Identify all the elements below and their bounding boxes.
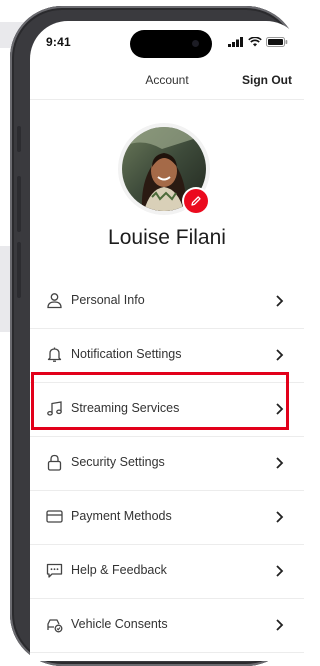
menu-item-label: Notification Settings xyxy=(71,347,182,361)
status-bar: 9:41 xyxy=(30,21,304,61)
edit-avatar-button[interactable] xyxy=(184,189,208,213)
status-icons xyxy=(228,37,288,47)
menu-item-label: Vehicle Consents xyxy=(71,617,168,631)
navigation-bar: Account Sign Out xyxy=(30,61,304,100)
credit-card-icon xyxy=(46,510,63,523)
chevron-right-icon xyxy=(276,457,284,469)
sign-out-button[interactable]: Sign Out xyxy=(242,73,292,87)
battery-icon xyxy=(266,37,288,47)
chat-icon xyxy=(46,563,63,578)
chevron-right-icon xyxy=(276,295,284,307)
chevron-right-icon xyxy=(276,349,284,361)
bell-icon xyxy=(47,347,62,362)
wifi-icon xyxy=(248,37,262,47)
camera-icon xyxy=(192,40,199,47)
phone-frame: 9:41 Account Sign Out Louise Filani Pers… xyxy=(10,6,304,666)
menu-item-personal-info[interactable]: Personal Info xyxy=(30,275,304,329)
pencil-icon xyxy=(191,196,201,206)
profile-avatar-container xyxy=(122,127,208,213)
volume-up-button xyxy=(17,176,21,232)
chevron-right-icon xyxy=(276,511,284,523)
menu-item-label: Payment Methods xyxy=(71,509,172,523)
lock-icon xyxy=(47,454,62,471)
menu-item-vehicle-consents[interactable]: Vehicle Consents xyxy=(30,599,304,653)
mute-switch xyxy=(17,126,21,152)
phone-screen: 9:41 Account Sign Out Louise Filani Pers… xyxy=(30,21,304,661)
menu-item-security-settings[interactable]: Security Settings xyxy=(30,437,304,491)
chevron-right-icon xyxy=(276,619,284,631)
chevron-right-icon xyxy=(276,565,284,577)
menu-item-payment-methods[interactable]: Payment Methods xyxy=(30,491,304,545)
volume-down-button xyxy=(17,242,21,298)
dynamic-island xyxy=(130,30,212,58)
highlight-box xyxy=(31,372,289,430)
menu-item-label: Security Settings xyxy=(71,455,165,469)
account-menu: Personal Info Notification Settings Stre… xyxy=(30,275,304,653)
profile-name: Louise Filani xyxy=(108,226,226,249)
status-time: 9:41 xyxy=(46,35,71,49)
signal-icon xyxy=(228,37,243,47)
menu-item-label: Help & Feedback xyxy=(71,563,167,577)
car-shield-icon xyxy=(47,619,63,633)
menu-item-help-feedback[interactable]: Help & Feedback xyxy=(30,545,304,599)
person-icon xyxy=(47,293,62,309)
menu-item-label: Personal Info xyxy=(71,293,145,307)
